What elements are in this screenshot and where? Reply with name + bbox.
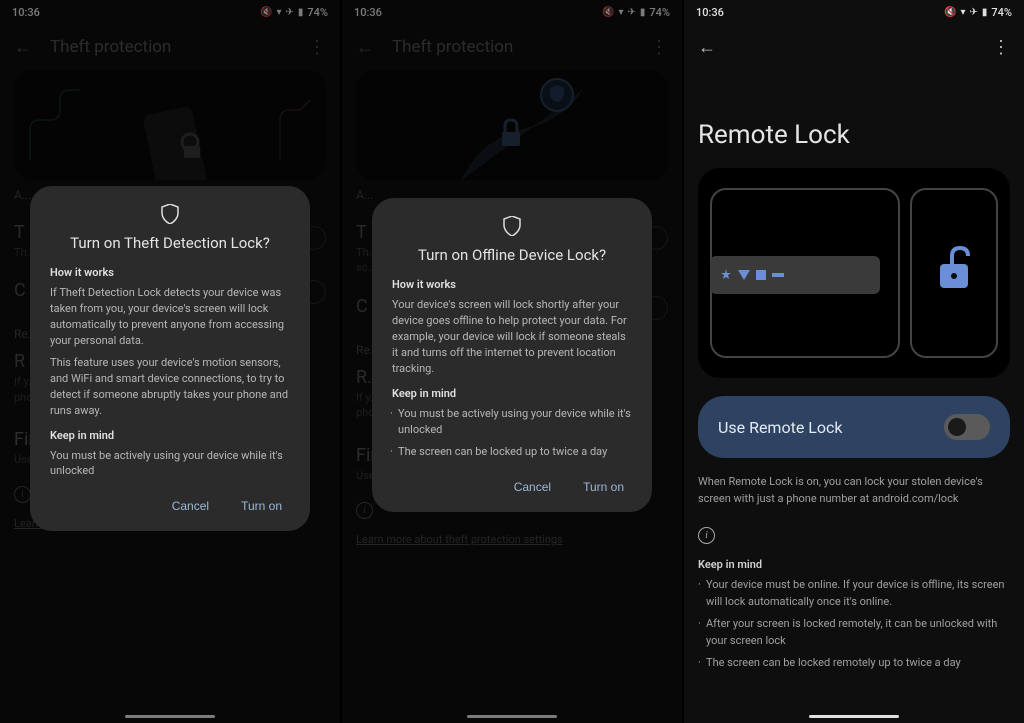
screen-theft-detection: 10:36 🔇 ▾ ✈ ▮ 74% ← Theft protection ⋮ A… <box>0 0 340 723</box>
password-field-illustration <box>710 256 880 294</box>
remote-lock-description: When Remote Lock is on, you can lock you… <box>698 474 1010 507</box>
kim-bullet: The screen can be locked remotely up to … <box>698 655 1010 672</box>
turn-on-button[interactable]: Turn on <box>579 474 628 500</box>
dialog-heading: How it works <box>392 278 632 291</box>
wifi-icon: ▾ <box>960 7 965 18</box>
shield-icon <box>392 216 632 236</box>
status-right: 🔇 ▾ ✈ ▮ 74% <box>944 6 1012 19</box>
dialog-bullet: The screen can be locked up to twice a d… <box>392 444 632 460</box>
dialog-text: This feature uses your device's motion s… <box>50 355 290 419</box>
dialog-bullet: You must be actively using your device w… <box>392 406 632 438</box>
kim-bullet: Your device must be online. If your devi… <box>698 577 1010 610</box>
status-time: 10:36 <box>696 6 724 19</box>
toggle-label: Use Remote Lock <box>718 418 843 437</box>
switch-knob <box>948 418 966 436</box>
battery-pct: 74% <box>991 6 1012 19</box>
device-frame-right <box>910 188 998 358</box>
nav-pill[interactable] <box>809 715 899 718</box>
battery-icon: ▮ <box>982 7 988 18</box>
dialog-theft-detection: Turn on Theft Detection Lock? How it wor… <box>30 186 310 531</box>
menu-icon[interactable]: ⋮ <box>988 33 1014 62</box>
dialog-heading: Keep in mind <box>50 429 290 442</box>
page-heading: Remote Lock <box>698 120 1010 150</box>
toggle-switch[interactable] <box>944 414 990 440</box>
turn-on-button[interactable]: Turn on <box>237 493 286 519</box>
unlock-icon <box>934 246 974 294</box>
kim-bullet: After your screen is locked remotely, it… <box>698 616 1010 649</box>
cancel-button[interactable]: Cancel <box>510 474 555 500</box>
dialog-text: You must be actively using your device w… <box>50 448 290 480</box>
device-frame-left <box>710 188 900 358</box>
dialog-title: Turn on Theft Detection Lock? <box>50 234 290 252</box>
dialog-heading: Keep in mind <box>392 387 632 400</box>
dialog-heading: How it works <box>50 266 290 279</box>
shield-icon <box>50 204 290 224</box>
screen-offline-lock: 10:36 🔇 ▾ ✈ ▮ 74% ← Theft protection ⋮ A… <box>342 0 682 723</box>
hero-illustration <box>698 168 1010 378</box>
back-icon[interactable]: ← <box>694 33 720 62</box>
mute-icon: 🔇 <box>944 7 956 18</box>
keep-in-mind-heading: Keep in mind <box>698 558 1010 571</box>
content: Remote Lock <box>684 70 1024 723</box>
dialog-text: Your device's screen will lock shortly a… <box>392 297 632 377</box>
dialog-offline-lock: Turn on Offline Device Lock? How it work… <box>372 198 652 512</box>
remote-lock-toggle-card[interactable]: Use Remote Lock <box>698 396 1010 458</box>
app-bar: ← ⋮ <box>684 24 1024 70</box>
screen-remote-lock: 10:36 🔇 ▾ ✈ ▮ 74% ← ⋮ Remote Lock <box>684 0 1024 723</box>
airplane-icon: ✈ <box>969 7 977 18</box>
cancel-button[interactable]: Cancel <box>168 493 213 519</box>
info-icon[interactable]: i <box>698 527 715 544</box>
dialog-title: Turn on Offline Device Lock? <box>392 246 632 264</box>
dialog-text: If Theft Detection Lock detects your dev… <box>50 285 290 349</box>
status-bar: 10:36 🔇 ▾ ✈ ▮ 74% <box>684 0 1024 24</box>
